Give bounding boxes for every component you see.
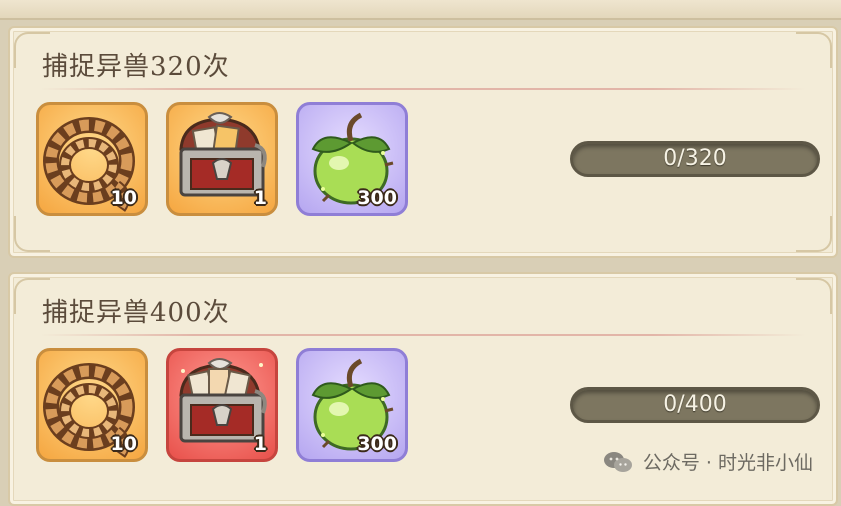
wechat-icon: [603, 451, 632, 472]
top-panel-edge: [0, 0, 841, 20]
reward-item-fruit[interactable]: 300: [296, 102, 408, 216]
watermark-text: 公众号 · 时光非小仙: [642, 452, 813, 474]
reward-quantity: 1: [253, 187, 267, 209]
corner-ornament: [796, 216, 832, 252]
task-title: 捕捉异兽400次: [42, 298, 230, 328]
reward-item-rope[interactable]: 10: [36, 348, 148, 462]
reward-item-fruit[interactable]: 300: [296, 348, 408, 462]
reward-quantity: 10: [110, 187, 137, 209]
reward-item-chest[interactable]: 1: [166, 102, 278, 216]
title-divider: [40, 334, 806, 336]
task-title: 捕捉异兽320次: [42, 52, 230, 82]
reward-quantity: 1: [253, 433, 267, 455]
title-divider: [40, 88, 806, 90]
reward-quantity: 10: [110, 433, 137, 455]
reward-quantity: 300: [357, 187, 397, 209]
progress-text: 0/320: [663, 146, 727, 171]
corner-ornament: [796, 278, 832, 314]
corner-ornament: [14, 216, 50, 252]
progress-bar: 0/400: [570, 387, 820, 423]
task-card-1: 捕捉异兽320次 10 1 300 0/320: [8, 26, 838, 258]
progress-bar: 0/320: [570, 141, 820, 177]
reward-item-rope[interactable]: 10: [36, 102, 148, 216]
progress-text: 0/400: [663, 392, 727, 417]
reward-quantity: 300: [357, 433, 397, 455]
reward-item-chest[interactable]: 1: [166, 348, 278, 462]
watermark: 公众号 · 时光非小仙: [603, 448, 813, 475]
corner-ornament: [796, 32, 832, 68]
